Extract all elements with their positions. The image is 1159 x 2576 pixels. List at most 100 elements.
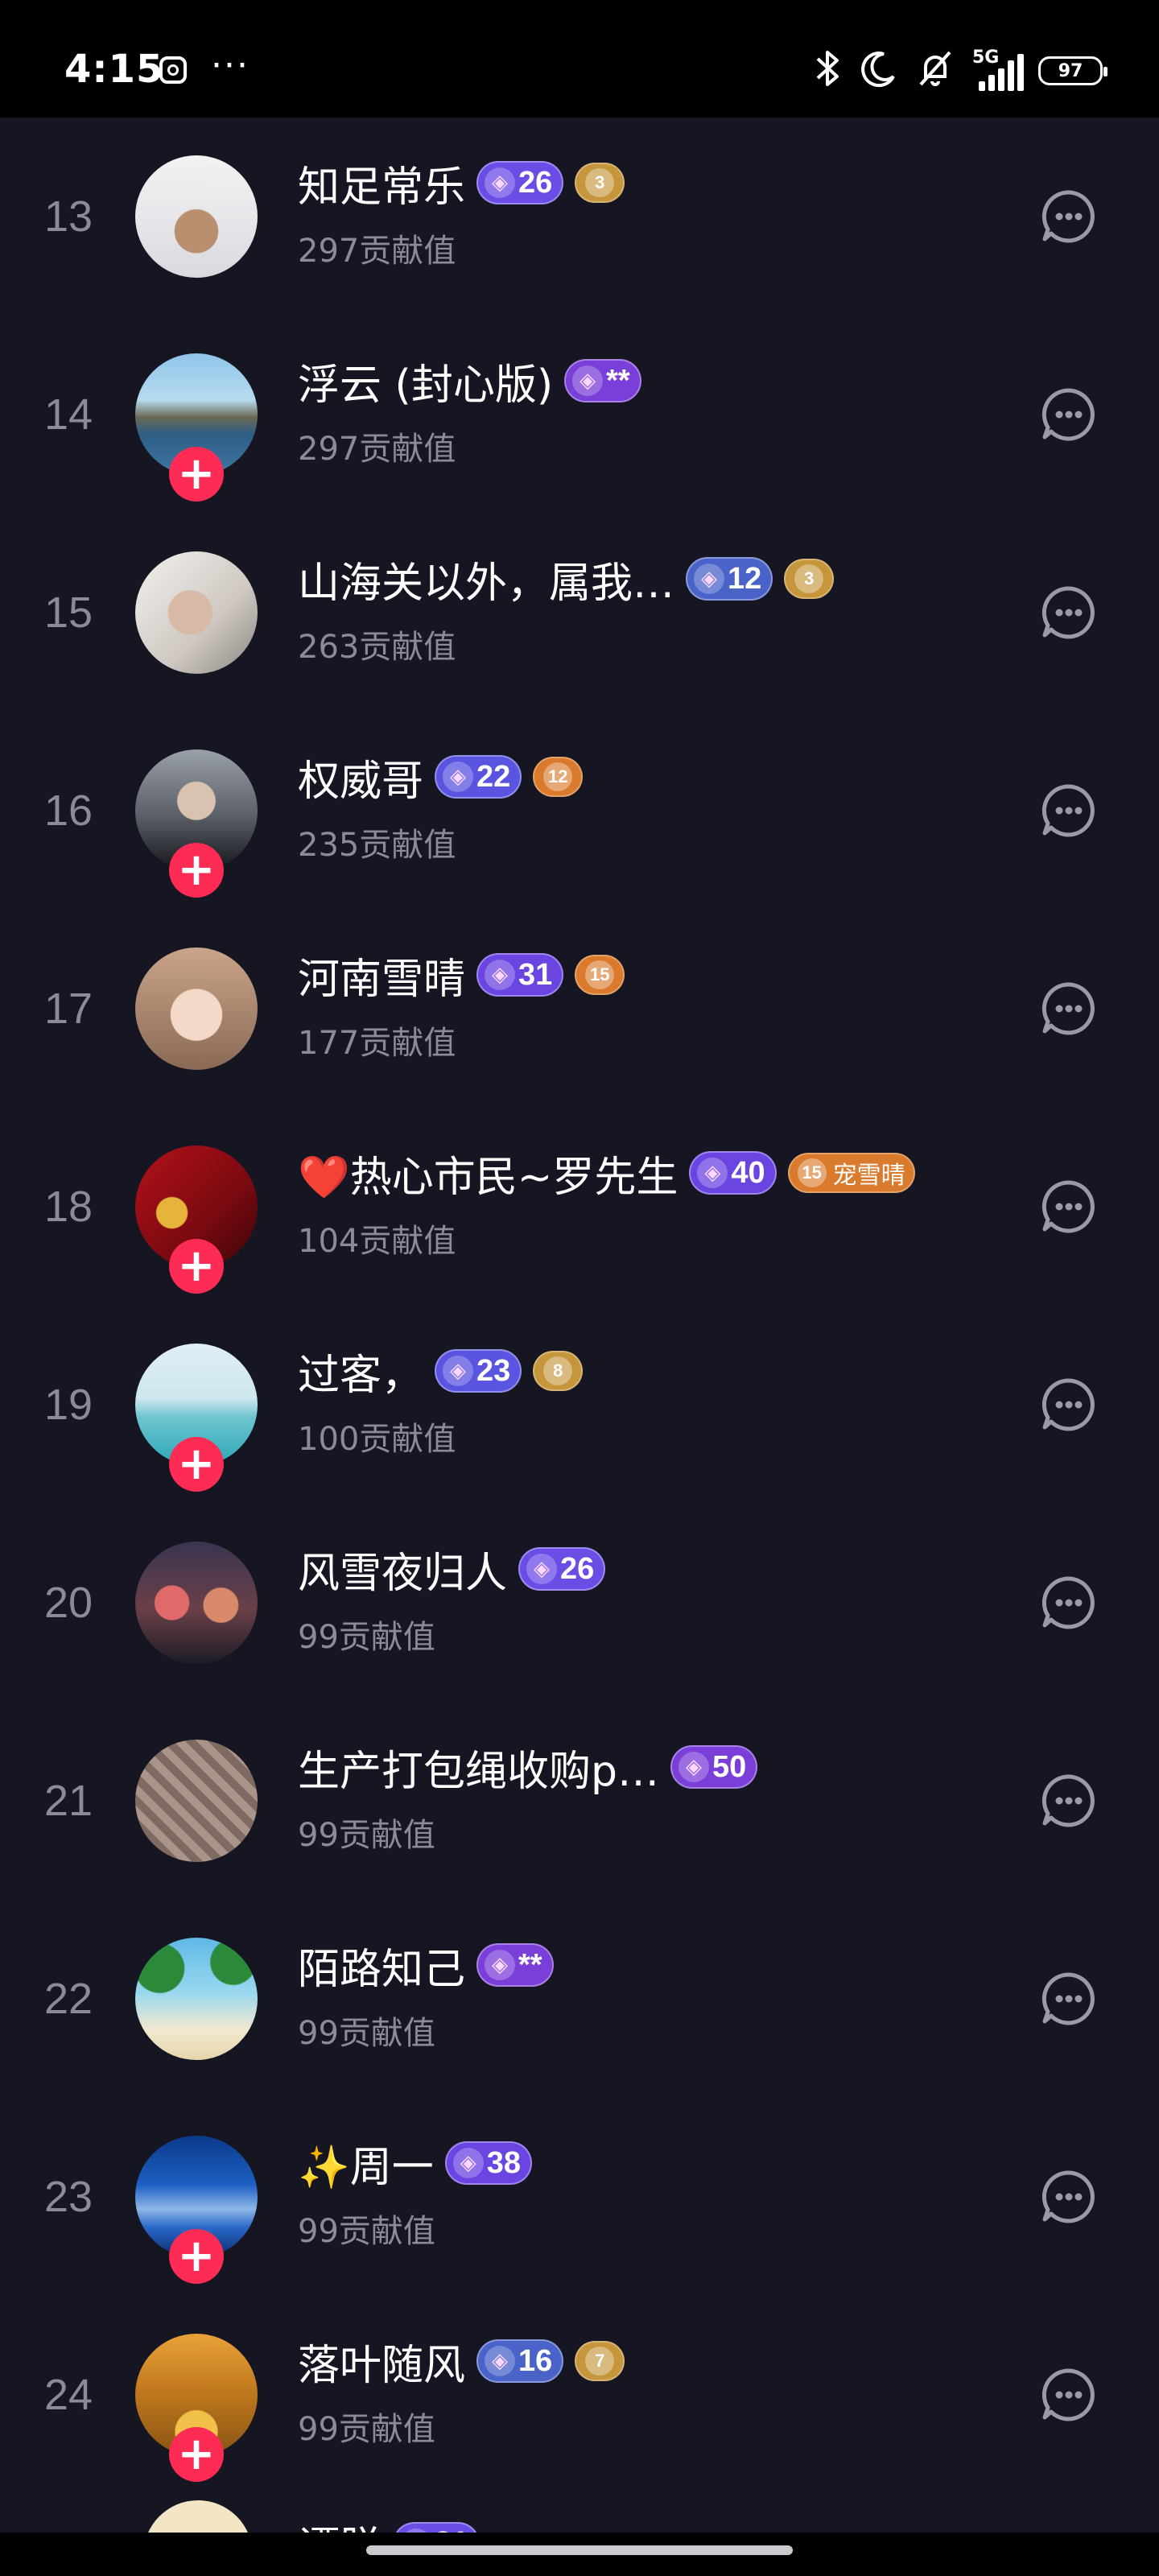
list-item[interactable]: 13 知足常乐 ◈ 26 3 297贡献值 [0, 118, 1159, 316]
fan-club-badge: 8 [533, 1351, 584, 1391]
avatar[interactable] [135, 1542, 258, 1664]
level-badge: ◈ 50 [670, 1745, 758, 1789]
level-badge: ◈ 16 [476, 2339, 564, 2383]
chat-bubble-icon[interactable] [1040, 2168, 1098, 2226]
level-badge: ◈ 26 [476, 161, 564, 204]
avatar[interactable] [135, 155, 258, 278]
do-not-disturb-moon-icon [860, 49, 898, 93]
level-gem-icon: ◈ [485, 167, 516, 198]
chat-bubble-icon[interactable] [1040, 1970, 1098, 2028]
level-badge: ◈ 22 [435, 755, 522, 799]
level-gem-icon: ◈ [485, 1950, 516, 1980]
level-badge: ◈ 31 [476, 953, 564, 997]
level-badge: ◈ 23 [435, 1349, 522, 1393]
fan-club-badge: 15 宠雪晴 [787, 1153, 915, 1193]
username: ✨周一 [298, 2143, 434, 2192]
status-bar: 4:15 ··· 5G 97 [0, 0, 1159, 118]
username: 风雪夜归人 [298, 1549, 508, 1598]
username: 过客， [298, 1351, 424, 1400]
chat-bubble-icon[interactable] [1040, 584, 1098, 642]
username: 陌路知己 [298, 1945, 466, 1994]
list-item[interactable]: 21 生产打包绳收购p… ◈ 50 99贡献值 [0, 1702, 1159, 1900]
rank-number: 14 [43, 390, 93, 439]
avatar[interactable] [135, 1740, 258, 1862]
contribution-value: 104贡献值 [298, 1223, 456, 1260]
rank-number: 22 [43, 1975, 93, 2023]
username: 浮云 (封心版) [298, 361, 554, 410]
contribution-value: 235贡献值 [298, 827, 456, 864]
list-item[interactable]: 18 + ❤️热心市民~罗先生 ◈ 40 15 宠雪晴 104贡献值 [0, 1108, 1159, 1306]
status-time: 4:15 [64, 47, 164, 92]
contribution-value: 297贡献值 [298, 431, 456, 468]
avatar[interactable] [135, 947, 258, 1070]
level-badge: ◈ 26 [518, 1547, 606, 1591]
fan-heart-icon: 3 [794, 564, 824, 593]
rank-number: 20 [43, 1579, 93, 1627]
rank-number: 18 [43, 1183, 93, 1231]
follow-plus-button[interactable]: + [169, 2229, 224, 2284]
username: 知足常乐 [298, 163, 466, 212]
system-navigation-bar [0, 2533, 1159, 2576]
follow-plus-button[interactable]: + [169, 2427, 224, 2482]
level-gem-icon: ◈ [443, 762, 474, 792]
cellular-signal-icon: 5G [972, 47, 1024, 91]
level-gem-icon: ◈ [572, 365, 604, 396]
follow-plus-button[interactable]: + [169, 1437, 224, 1492]
level-badge: ◈ 12 [686, 557, 773, 601]
chat-bubble-icon[interactable] [1040, 782, 1098, 840]
contribution-value: 177贡献值 [298, 1025, 456, 1062]
chat-bubble-icon[interactable] [1040, 1574, 1098, 1632]
avatar[interactable] [135, 1938, 258, 2060]
list-item[interactable]: 19 + 过客， ◈ 23 8 100贡献值 [0, 1306, 1159, 1504]
rank-number: 23 [43, 2173, 93, 2221]
rank-number: 16 [43, 786, 93, 835]
chat-bubble-icon[interactable] [1040, 980, 1098, 1038]
level-gem-icon: ◈ [526, 1554, 558, 1584]
chat-bubble-icon[interactable] [1040, 188, 1098, 246]
fan-club-badge: 12 [533, 757, 584, 797]
level-gem-icon: ◈ [697, 1158, 728, 1188]
list-item[interactable]: 16 + 权威哥 ◈ 22 12 235贡献值 [0, 712, 1159, 910]
username: 生产打包绳收购p… [298, 1747, 660, 1796]
follow-plus-button[interactable]: + [169, 1239, 224, 1294]
fan-club-name: 宠雪晴 [832, 1162, 905, 1190]
chat-bubble-icon[interactable] [1040, 1772, 1098, 1830]
list-item[interactable]: 14 + 浮云 (封心版) ◈ ** 297贡献值 [0, 316, 1159, 514]
contribution-value: 100贡献值 [298, 1421, 456, 1458]
follow-plus-button[interactable]: + [169, 447, 224, 502]
fan-heart-icon: 15 [797, 1158, 827, 1187]
level-gem-icon: ◈ [485, 960, 516, 990]
chat-bubble-icon[interactable] [1040, 386, 1098, 444]
username: 落叶随风 [298, 2341, 466, 2390]
chat-bubble-icon[interactable] [1040, 1178, 1098, 1236]
list-item[interactable]: 23 + ✨周一 ◈ 38 99贡献值 [0, 2098, 1159, 2296]
battery-level: 97 [1058, 60, 1083, 81]
app-notification-icon [159, 56, 187, 84]
list-item[interactable]: 20 风雪夜归人 ◈ 26 99贡献值 [0, 1504, 1159, 1702]
level-gem-icon: ◈ [678, 1752, 710, 1782]
chat-bubble-icon[interactable] [1040, 1376, 1098, 1434]
rank-number: 15 [43, 588, 93, 637]
rank-number: 13 [43, 192, 93, 241]
bluetooth-icon [815, 47, 842, 95]
chat-bubble-icon[interactable] [1040, 2366, 1098, 2424]
list-item[interactable]: 22 陌路知己 ◈ ** 99贡献值 [0, 1900, 1159, 2098]
list-item[interactable]: 15 山海关以外，属我… ◈ 12 3 263贡献值 [0, 514, 1159, 712]
fan-club-badge: 15 [575, 955, 625, 995]
rank-number: 21 [43, 1777, 93, 1825]
fan-heart-icon: 3 [585, 168, 615, 197]
level-badge: ◈ 38 [444, 2141, 533, 2185]
rank-number: 19 [43, 1381, 93, 1429]
level-gem-icon: ◈ [694, 564, 725, 594]
list-item[interactable]: 24 + 落叶随风 ◈ 16 7 99贡献值 [0, 2296, 1159, 2494]
list-item[interactable]: 17 河南雪晴 ◈ 31 15 177贡献值 [0, 910, 1159, 1108]
level-badge: ◈ ** [564, 359, 641, 402]
more-notifications-icon: ··· [211, 45, 250, 86]
username: ❤️热心市民~罗先生 [298, 1153, 678, 1202]
follow-plus-button[interactable]: + [169, 843, 224, 898]
avatar[interactable] [135, 551, 258, 674]
contribution-value: 99贡献值 [298, 2213, 435, 2250]
fan-club-badge: 3 [575, 163, 625, 203]
home-indicator[interactable] [366, 2545, 793, 2555]
level-badge: ◈ 40 [689, 1151, 777, 1195]
